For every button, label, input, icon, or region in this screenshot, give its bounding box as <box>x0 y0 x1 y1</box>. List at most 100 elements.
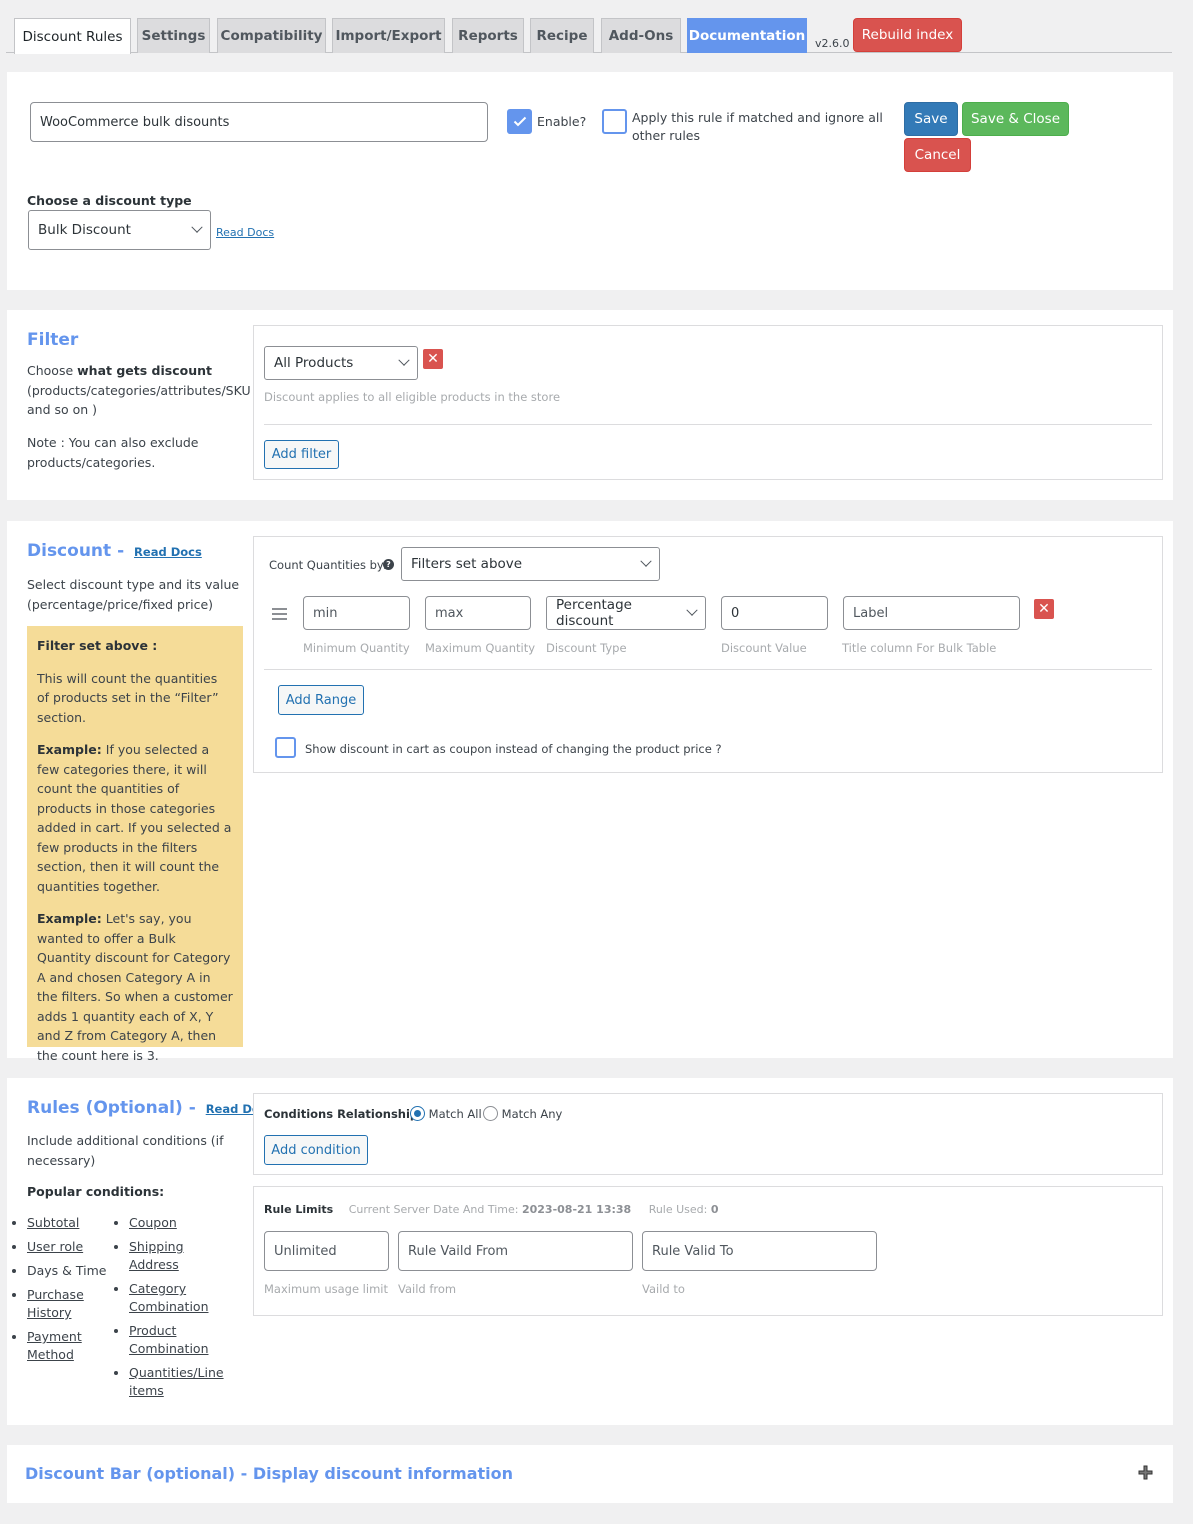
note-title: Filter set above : <box>37 638 158 653</box>
condition-link-quantities-line-items[interactable]: Quantities/Line items <box>129 1365 224 1398</box>
range-label-hint: Title column For Bulk Table <box>842 641 997 655</box>
match-all-label: Match All <box>428 1107 482 1121</box>
discount-type-read-docs-link[interactable]: Read Docs <box>216 226 274 239</box>
condition-link-coupon[interactable]: Coupon <box>129 1215 177 1230</box>
filter-title: Filter <box>27 330 79 350</box>
valid-from-input[interactable] <box>398 1231 633 1271</box>
condition-link-payment-method[interactable]: Payment Method <box>27 1329 82 1362</box>
match-all-radio[interactable] <box>410 1106 425 1121</box>
discount-method-select[interactable]: Percentage discount <box>546 596 706 630</box>
filter-type-select[interactable]: All Products <box>264 346 418 380</box>
rules-panel: Rules (Optional) - Read Docs Include add… <box>7 1078 1173 1425</box>
tab-reports[interactable]: Reports <box>452 18 524 53</box>
conditions-box: Conditions Relationship Match All Match … <box>253 1093 1163 1175</box>
discount-value-input[interactable] <box>721 596 828 630</box>
filter-divider <box>264 424 1152 425</box>
filter-hint: Discount applies to all eligible product… <box>264 390 561 404</box>
rule-limits-label: Rule Limits <box>264 1203 334 1216</box>
add-range-button[interactable]: Add Range <box>278 685 364 715</box>
cancel-button[interactable]: Cancel <box>904 138 971 172</box>
list-item: Quantities/Line items <box>129 1364 224 1400</box>
add-filter-button[interactable]: Add filter <box>264 440 339 469</box>
note-example-1: Example: If you selected a few categorie… <box>37 740 233 896</box>
min-quantity-input[interactable] <box>303 596 410 630</box>
exclusive-rule-checkbox[interactable] <box>602 109 627 134</box>
range-label-input[interactable] <box>843 596 1020 630</box>
count-by-select[interactable]: Filters set above <box>401 547 660 581</box>
valid-from-hint: Vaild from <box>398 1282 457 1296</box>
max-quantity-input[interactable] <box>425 596 531 630</box>
condition-link-shipping-address[interactable]: Shipping Address <box>129 1239 184 1272</box>
discount-title: Discount - Read Docs <box>27 541 202 561</box>
exclusive-rule-label: Apply this rule if matched and ignore al… <box>632 110 883 143</box>
discount-box: Count Quantities by: ? Filters set above… <box>253 536 1163 773</box>
tab-documentation[interactable]: Documentation <box>687 18 807 53</box>
note-example-1-label: Example: <box>37 742 102 757</box>
tab-add-ons[interactable]: Add-Ons <box>601 18 681 53</box>
match-any-radio[interactable] <box>483 1106 498 1121</box>
discount-type-select[interactable]: Bulk Discount <box>28 210 211 250</box>
tab-import-export[interactable]: Import/Export <box>332 18 445 53</box>
list-item: Coupon <box>129 1214 229 1232</box>
server-time-value: 2023-08-21 13:38 <box>521 1203 632 1216</box>
expand-plus-icon[interactable] <box>1138 1465 1153 1480</box>
list-item: Product Combination <box>129 1322 209 1358</box>
coupon-mode-checkbox[interactable] <box>275 737 296 758</box>
remove-filter-button[interactable]: ✕ <box>423 349 443 369</box>
discount-panel: Discount - Read Docs Select discount typ… <box>7 521 1173 1063</box>
valid-to-hint: Vaild to <box>642 1282 685 1296</box>
condition-link-product-combination[interactable]: Product Combination <box>129 1323 209 1356</box>
help-icon[interactable]: ? <box>383 559 394 570</box>
usage-limit-input[interactable] <box>264 1231 389 1271</box>
chevron-down-icon <box>191 221 203 233</box>
note-example-2-label: Example: <box>37 911 102 926</box>
add-condition-button[interactable]: Add condition <box>264 1135 368 1165</box>
filter-box: All Products ✕ Discount applies to all e… <box>253 325 1163 480</box>
version-label: v2.6.0 <box>815 37 850 50</box>
valid-to-input[interactable] <box>642 1231 877 1271</box>
discount-bar-panel[interactable]: Discount Bar (optional) - Display discou… <box>7 1445 1173 1503</box>
min-quantity-hint: Minimum Quantity <box>303 641 410 655</box>
rules-title: Rules (Optional) - Read Docs <box>27 1098 273 1118</box>
condition-link-purchase-history[interactable]: Purchase History <box>27 1287 84 1320</box>
rebuild-index-button[interactable]: Rebuild index <box>853 18 962 52</box>
remove-range-button[interactable]: ✕ <box>1034 599 1054 619</box>
tab-compatibility[interactable]: Compatibility <box>217 18 326 53</box>
list-item: Payment Method <box>27 1328 87 1364</box>
list-item: Shipping Address <box>129 1238 189 1274</box>
check-icon <box>513 116 526 127</box>
tab-settings[interactable]: Settings <box>137 18 210 53</box>
drag-handle-icon[interactable] <box>272 608 287 620</box>
tab-discount-rules[interactable]: Discount Rules <box>14 18 131 54</box>
discount-description: Select discount type and its value (perc… <box>27 577 240 612</box>
match-any-label: Match Any <box>501 1107 563 1121</box>
enable-checkbox[interactable] <box>507 109 532 134</box>
discount-type-value: Bulk Discount <box>38 222 131 238</box>
server-time-label: Current Server Date And Time: <box>348 1203 519 1216</box>
enable-label: Enable? <box>537 114 587 129</box>
discount-method-value: Percentage discount <box>556 597 632 629</box>
match-any-option[interactable]: Match Any <box>483 1106 562 1121</box>
usage-limit-hint: Maximum usage limit <box>264 1282 388 1296</box>
filter-type-value: All Products <box>274 355 354 371</box>
rule-header-panel: Enable? Apply this rule if matched and i… <box>7 72 1173 290</box>
filter-panel: Filter Choose what gets discount (produc… <box>7 310 1173 500</box>
filter-desc-suffix: (products/categories/attributes/SKU and … <box>27 382 251 418</box>
filter-desc-bold: what gets discount <box>77 363 212 378</box>
discount-divider <box>264 669 1152 670</box>
condition-link-user-role[interactable]: User role <box>27 1239 83 1254</box>
coupon-mode-label: Show discount in cart as coupon instead … <box>305 742 722 756</box>
max-quantity-hint: Maximum Quantity <box>425 641 536 655</box>
match-all-option[interactable]: Match All <box>410 1106 482 1121</box>
condition-link-subtotal[interactable]: Subtotal <box>27 1215 79 1230</box>
popular-conditions-label: Popular conditions: <box>27 1184 165 1199</box>
tab-recipe[interactable]: Recipe <box>530 18 594 53</box>
discount-read-docs-link[interactable]: Read Docs <box>134 545 202 559</box>
filter-note: Note : You can also exclude products/cat… <box>27 435 199 470</box>
rule-used-value: 0 <box>710 1203 719 1216</box>
condition-link-category-combination[interactable]: Category Combination <box>129 1281 209 1314</box>
rule-name-input[interactable] <box>30 102 488 142</box>
save-close-button[interactable]: Save & Close <box>962 102 1069 136</box>
save-button[interactable]: Save <box>904 102 958 136</box>
note-paragraph-1: This will count the quantities of produc… <box>37 670 219 725</box>
